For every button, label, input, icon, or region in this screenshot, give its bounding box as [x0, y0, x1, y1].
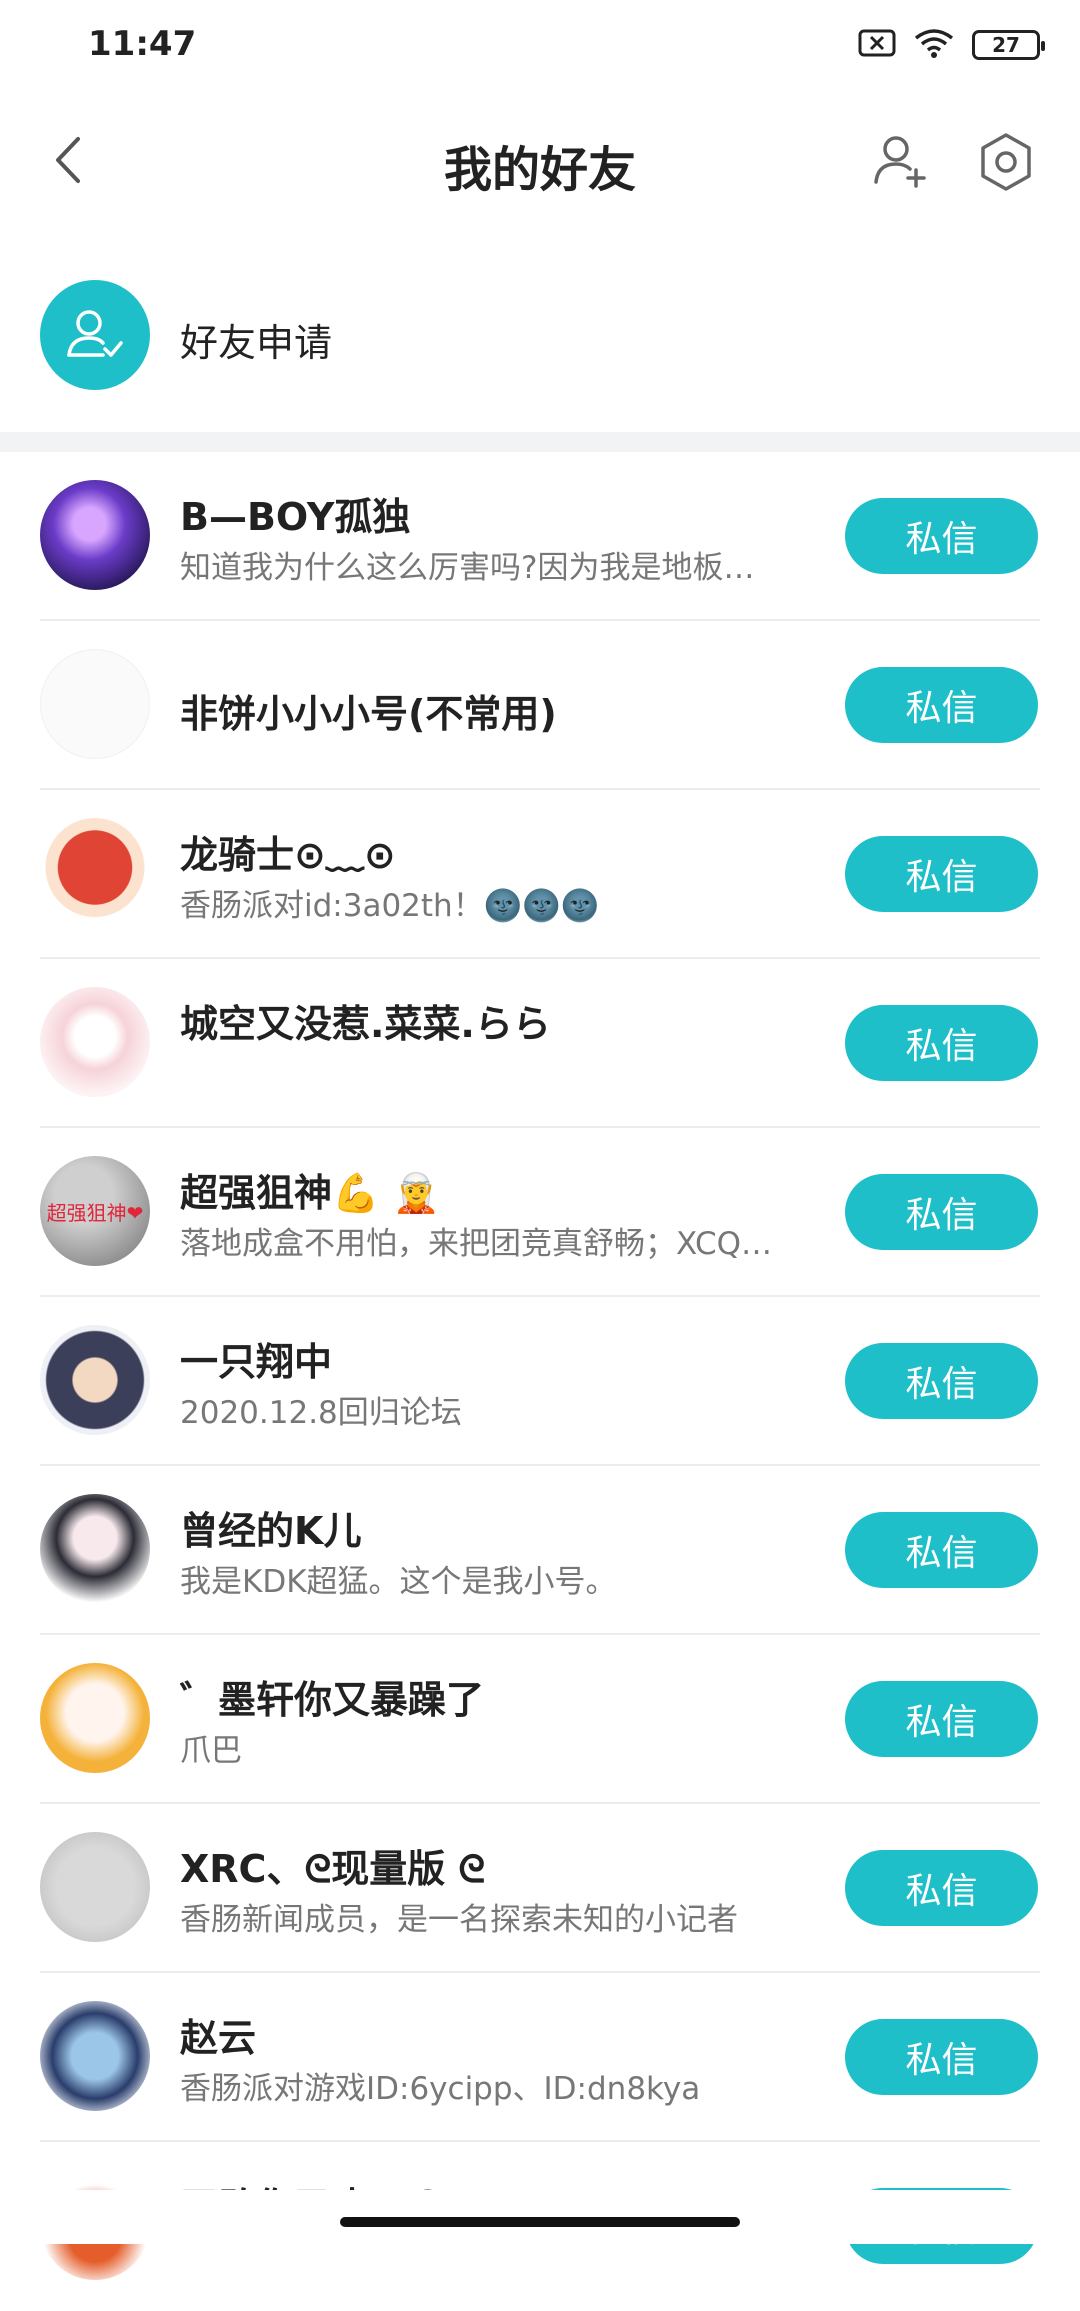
dm-button[interactable]: 私信	[845, 2019, 1038, 2095]
home-indicator[interactable]	[340, 2217, 740, 2227]
dm-button[interactable]: 私信	[845, 1005, 1038, 1081]
friend-list: B—BOY孤独 知道我为什么这么厉害吗?因为我是地板… 私信 非饼小小小号(不常…	[0, 452, 1080, 2311]
friend-bio: 爪巴	[180, 1733, 242, 1769]
friend-name: B—BOY孤独	[180, 495, 411, 539]
status-time: 11:47	[88, 24, 197, 64]
friend-request-avatar	[40, 280, 150, 390]
avatar[interactable]	[40, 1832, 150, 1942]
friend-name: 龙骑士⊙﹏⊙	[180, 833, 396, 877]
friend-request-label: 好友申请	[180, 321, 333, 365]
friend-name: 赵云	[180, 2016, 257, 2060]
dm-button[interactable]: 私信	[845, 1343, 1038, 1419]
friend-row[interactable]: ゛墨轩你又暴躁了 爪巴 私信	[0, 1635, 1080, 1804]
friend-row[interactable]: 城空又没惹.菜菜.らら 私信	[0, 959, 1080, 1128]
avatar[interactable]	[40, 1494, 150, 1604]
friend-bio: 香肠派对id:3a02th！🌚🌚🌚	[180, 888, 600, 924]
friend-name: 超强狙神💪 🧝	[180, 1171, 440, 1215]
friend-row[interactable]: XRC、ᘓ现量版 ᘓ 香肠新闻成员，是一名探索未知的小记者 私信	[0, 1804, 1080, 1973]
friend-row[interactable]: 一只翔中 2020.12.8回归论坛 私信	[0, 1297, 1080, 1466]
friend-bio: 2020.12.8回归论坛	[180, 1395, 462, 1431]
friend-bio: 香肠新闻成员，是一名探索未知的小记者	[180, 1902, 738, 1938]
friend-name: 一只翔中	[180, 1340, 333, 1384]
wifi-icon	[914, 28, 954, 62]
gear-icon	[981, 133, 1031, 191]
add-user-icon	[874, 136, 926, 188]
friend-name: ゛墨轩你又暴躁了	[180, 1678, 485, 1722]
settings-button[interactable]	[976, 132, 1036, 192]
friend-bio: 我是KDK超猛。这个是我小号。	[180, 1564, 617, 1600]
battery-icon: 27	[972, 30, 1045, 60]
friend-name: 非饼小小小号(不常用)	[180, 692, 557, 736]
header: 我的好友	[0, 110, 1080, 210]
friend-name: XRC、ᘓ现量版 ᘓ	[180, 1847, 486, 1891]
status-bar: 11:47 27	[0, 0, 1080, 90]
friend-row[interactable]: 龙骑士⊙﹏⊙ 香肠派对id:3a02th！🌚🌚🌚 私信	[0, 790, 1080, 959]
friend-row[interactable]: 非饼小小小号(不常用) 私信	[0, 621, 1080, 790]
add-friend-button[interactable]	[872, 132, 928, 188]
avatar[interactable]	[40, 2001, 150, 2111]
dm-button[interactable]: 私信	[845, 836, 1038, 912]
dm-button[interactable]: 私信	[845, 1681, 1038, 1757]
friend-row[interactable]: B—BOY孤独 知道我为什么这么厉害吗?因为我是地板… 私信	[0, 452, 1080, 621]
avatar[interactable]: 超强狙神❤	[40, 1156, 150, 1266]
avatar[interactable]	[40, 1663, 150, 1773]
friend-name: 曾经的K儿	[180, 1509, 362, 1553]
avatar[interactable]	[40, 818, 150, 928]
dm-button[interactable]: 私信	[845, 1174, 1038, 1250]
friend-name: 城空又没惹.菜菜.らら	[180, 1002, 551, 1046]
sim-off-icon	[858, 28, 896, 62]
friend-row[interactable]: 赵云 香肠派对游戏ID:6ycipp、ID:dn8kya 私信	[0, 1973, 1080, 2142]
friend-row[interactable]: 曾经的K儿 我是KDK超猛。这个是我小号。 私信	[0, 1466, 1080, 1635]
avatar-text: 超强狙神❤	[46, 1200, 144, 1225]
friend-bio: 落地成盒不用怕，来把团竞真舒畅；XCQ…	[180, 1226, 773, 1262]
avatar[interactable]	[40, 987, 150, 1097]
dm-button[interactable]: 私信	[845, 498, 1038, 574]
avatar[interactable]	[40, 1325, 150, 1435]
avatar[interactable]	[40, 649, 150, 759]
dm-button[interactable]: 私信	[845, 667, 1038, 743]
dm-button[interactable]: 私信	[845, 1850, 1038, 1926]
status-icons: 27	[858, 28, 1045, 62]
user-check-icon	[67, 310, 123, 357]
friend-row[interactable]: 超强狙神❤ 超强狙神💪 🧝 落地成盒不用怕，来把团竞真舒畅；XCQ… 私信	[0, 1128, 1080, 1297]
avatar[interactable]	[40, 480, 150, 590]
friend-bio: 知道我为什么这么厉害吗?因为我是地板…	[180, 550, 755, 586]
section-divider	[0, 432, 1080, 452]
friend-bio: 香肠派对游戏ID:6ycipp、ID:dn8kya	[180, 2071, 701, 2107]
dm-button[interactable]: 私信	[845, 1512, 1038, 1588]
friend-request-row[interactable]: 好友申请	[0, 270, 1080, 400]
